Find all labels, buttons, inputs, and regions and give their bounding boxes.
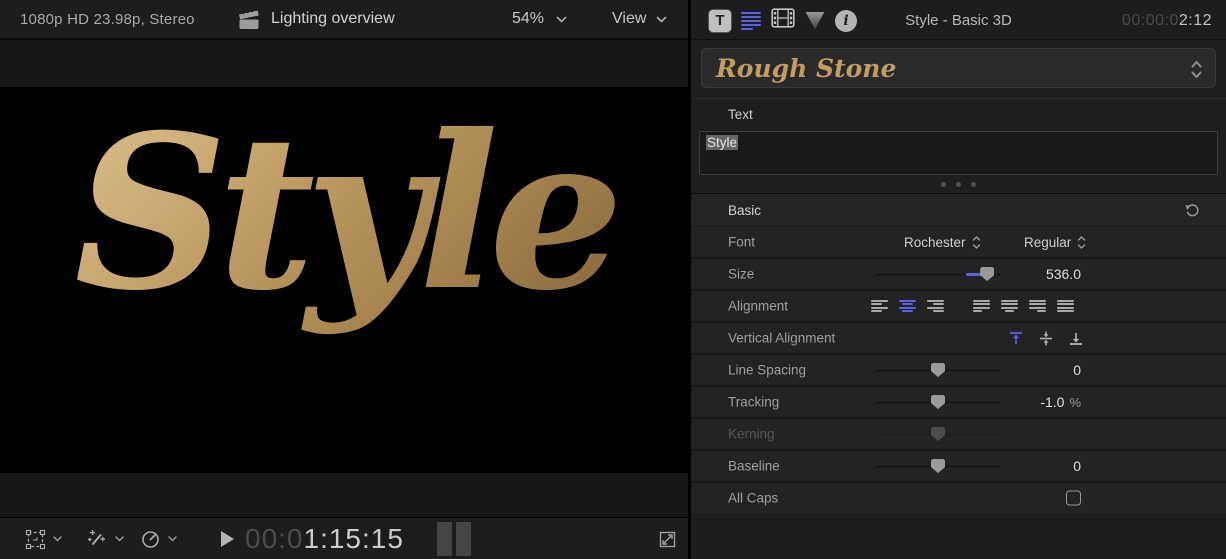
kerning-slider (875, 427, 1001, 441)
title-preset-dropdown[interactable]: Rough Stone (701, 48, 1216, 88)
text-section: Text Style (691, 98, 1226, 193)
fullscreen-icon[interactable] (658, 530, 677, 554)
transform-icon (25, 529, 46, 550)
updown-chevrons-icon (1190, 59, 1203, 85)
justify-left-icon[interactable] (973, 300, 990, 313)
view-dropdown[interactable]: View (612, 10, 667, 28)
tracking-value[interactable]: -1.0% (971, 394, 1081, 410)
viewer-header: 1080p HD 23.98p, Stereo Lighting overvie… (0, 0, 688, 40)
text-section-label: Text (728, 107, 1226, 122)
font-face-dropdown[interactable]: Regular (1024, 227, 1086, 257)
playhead-timecode: 00:01:15:15 (245, 523, 404, 555)
size-value[interactable]: 536.0 (971, 266, 1081, 282)
inspector-footer (691, 519, 1226, 559)
font-row: Font Rochester Regular (691, 227, 1226, 257)
valign-bottom-icon[interactable] (1068, 331, 1084, 346)
chevron-down-icon (168, 536, 177, 542)
audio-meter-left[interactable] (437, 522, 452, 556)
chevron-down-icon (53, 536, 62, 542)
selected-text: Style (706, 135, 738, 150)
chevron-down-icon (115, 536, 124, 542)
speed-gauge-icon (140, 529, 161, 550)
kerning-row: Kerning (691, 419, 1226, 449)
baseline-row: Baseline 0 (691, 451, 1226, 481)
all-caps-row: All Caps (691, 483, 1226, 513)
vertical-alignment-buttons (1008, 323, 1084, 353)
line-spacing-row: Line Spacing 0 (691, 355, 1226, 385)
format-info: 1080p HD 23.98p, Stereo (20, 11, 195, 28)
audio-meter-right[interactable] (456, 522, 471, 556)
viewer-toolbar: 00:01:15:15 (0, 517, 688, 559)
line-spacing-value[interactable]: 0 (971, 362, 1081, 378)
inspector-timecode: 00:00:02:12 (1122, 12, 1212, 30)
baseline-value[interactable]: 0 (971, 458, 1081, 474)
canvas-title-text[interactable]: Style (0, 87, 688, 351)
size-row: Size 536.0 (691, 259, 1226, 289)
inspector-header: T i (691, 0, 1226, 40)
chevron-down-icon (556, 10, 567, 28)
updown-chevrons-icon (1077, 235, 1086, 250)
preset-name: Rough Stone (716, 54, 896, 83)
chevron-down-icon (656, 10, 667, 28)
basic-section-header[interactable]: Basic (691, 193, 1226, 227)
align-left-icon[interactable] (871, 300, 888, 313)
project-title: Lighting overview (271, 10, 395, 28)
zoom-level-dropdown[interactable]: 54% (512, 10, 567, 28)
resize-handle-dots[interactable] (691, 175, 1226, 193)
valign-middle-icon[interactable] (1038, 331, 1054, 346)
basic-section-rows: Font Rochester Regular Size 536.0 (691, 227, 1226, 513)
alignment-row: Alignment (691, 291, 1226, 321)
inspector-pane: T i (691, 0, 1226, 559)
vertical-alignment-row: Vertical Alignment (691, 323, 1226, 353)
retime-dropdown[interactable] (140, 518, 177, 559)
all-caps-checkbox[interactable] (1066, 491, 1081, 506)
enhancements-dropdown[interactable] (85, 518, 124, 559)
updown-chevrons-icon (972, 235, 981, 250)
basic-section-title: Basic (728, 203, 761, 218)
tracking-row: Tracking -1.0% (691, 387, 1226, 417)
text-entry-field[interactable]: Style (699, 131, 1218, 175)
justify-center-icon[interactable] (1001, 300, 1018, 313)
align-center-icon[interactable] (899, 300, 916, 313)
align-right-icon[interactable] (927, 300, 944, 313)
video-canvas[interactable]: Style (0, 87, 688, 473)
font-family-dropdown[interactable]: Rochester (904, 227, 981, 257)
reset-icon[interactable] (1184, 203, 1200, 223)
transform-tool-dropdown[interactable] (25, 518, 62, 559)
magic-wand-icon (85, 528, 108, 551)
viewer-pane: 1080p HD 23.98p, Stereo Lighting overvie… (0, 0, 688, 559)
alignment-buttons (871, 291, 1085, 321)
final-cut-window: 1080p HD 23.98p, Stereo Lighting overvie… (0, 0, 1226, 559)
justify-all-icon[interactable] (1057, 300, 1074, 313)
justify-right-icon[interactable] (1029, 300, 1046, 313)
clapperboard-icon (237, 9, 260, 35)
viewer-stage: Style (0, 42, 688, 516)
valign-top-icon[interactable] (1008, 331, 1024, 346)
play-button[interactable] (221, 531, 234, 547)
